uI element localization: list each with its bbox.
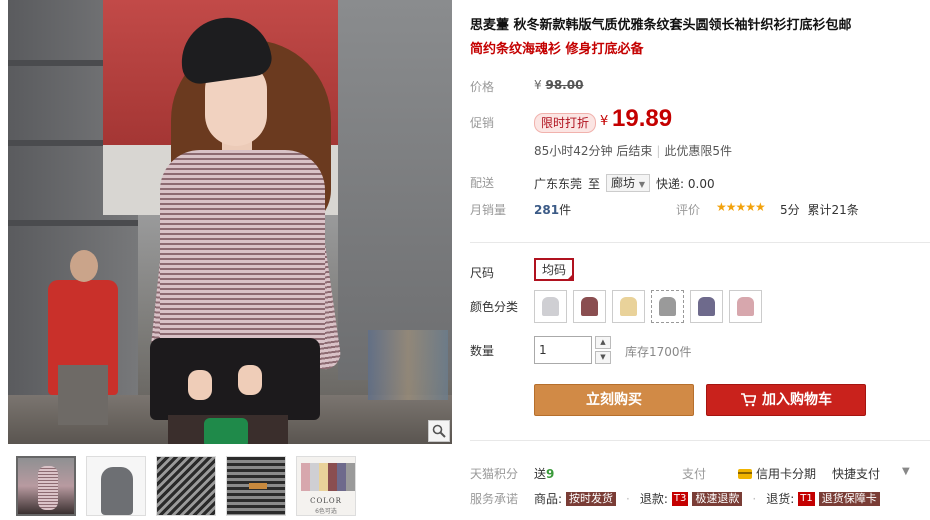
color-swatch-shirt bbox=[542, 297, 559, 316]
review-count: 累计21条 bbox=[807, 203, 859, 217]
service-label: 服务承诺 bbox=[470, 492, 519, 506]
color-swatch-shirt bbox=[581, 297, 598, 316]
destination-select[interactable]: 廊坊 ▼ bbox=[606, 174, 651, 192]
credit-installment[interactable]: 信用卡分期 bbox=[738, 465, 816, 482]
rating-stars-icon: ★★★★★ bbox=[716, 200, 766, 214]
chevron-down-icon[interactable]: ▼ bbox=[902, 466, 910, 477]
thumbnail-5[interactable]: COLOR 6色可选 bbox=[296, 456, 356, 516]
photo-background-pedestrians bbox=[368, 330, 448, 400]
add-to-cart-button[interactable]: 加入购物车 bbox=[706, 384, 866, 416]
color-option[interactable] bbox=[573, 290, 606, 323]
monthly-sales-label: 月销量 bbox=[470, 203, 507, 217]
promo-price: 19.89 bbox=[612, 105, 673, 132]
photo-background-building-right bbox=[338, 0, 452, 380]
destination-value: 廊坊 bbox=[611, 176, 636, 190]
promo-tag: 限时打折 bbox=[534, 113, 597, 133]
color-option[interactable] bbox=[534, 290, 567, 323]
promo-countdown: 85小时42分钟 后结束 | 此优惠限5件 bbox=[534, 144, 733, 158]
shipping-label: 配送 bbox=[470, 176, 495, 190]
review-label: 评价 bbox=[676, 203, 701, 217]
color-swatch-shirt bbox=[620, 297, 637, 316]
size-option-selected[interactable]: 均码 bbox=[534, 258, 575, 281]
thumbnail-3[interactable] bbox=[156, 456, 216, 516]
add-to-cart-label: 加入购物车 bbox=[762, 392, 832, 408]
promo-label: 促销 bbox=[470, 116, 495, 130]
color-option[interactable] bbox=[729, 290, 762, 323]
service-promises: 商品: 按时发货 · 退款: T3 极速退款 · 退货: T1 退货保障卡 bbox=[534, 490, 880, 507]
express-fee: 快递: 0.00 bbox=[656, 176, 715, 191]
thumbnail-color-stripe bbox=[337, 463, 346, 491]
color-label: 颜色分类 bbox=[470, 300, 519, 314]
color-option[interactable] bbox=[651, 290, 684, 323]
currency-symbol: ¥ bbox=[534, 78, 542, 92]
review-score: 5分 bbox=[780, 203, 800, 217]
color-option[interactable] bbox=[612, 290, 645, 323]
quantity-input[interactable] bbox=[534, 336, 592, 364]
color-option[interactable] bbox=[690, 290, 723, 323]
cart-icon bbox=[741, 393, 756, 407]
shipping-from: 广东东莞 bbox=[534, 176, 583, 191]
color-options bbox=[534, 290, 762, 323]
monthly-sales: 281件 bbox=[534, 201, 571, 218]
thumbnail-color-sublabel: 6色可选 bbox=[315, 508, 337, 515]
service-tag[interactable]: 按时发货 bbox=[566, 491, 617, 506]
thumbnail-color-stripe bbox=[346, 463, 355, 491]
model-green-bag bbox=[204, 418, 248, 444]
model-striped-sweater bbox=[160, 150, 325, 350]
monthly-sales-count: 281 bbox=[534, 203, 560, 217]
stock-count: 库存1700件 bbox=[625, 345, 692, 359]
thumbnail-color-stripe bbox=[310, 463, 319, 491]
payment-label: 支付 bbox=[682, 467, 707, 481]
shipping-row: 广东东莞 至 廊坊 ▼ 快递: 0.00 bbox=[534, 174, 715, 192]
original-price: ¥ 98.00 bbox=[534, 78, 583, 92]
promo-limit: 此优惠限5件 bbox=[664, 144, 733, 158]
model-shorts bbox=[150, 338, 320, 420]
quantity-decrease-button[interactable]: ▼ bbox=[595, 351, 611, 364]
review-summary[interactable]: 5分 累计21条 bbox=[780, 201, 859, 218]
quantity-increase-button[interactable]: ▲ bbox=[595, 336, 611, 349]
buy-now-button[interactable]: 立刻购买 bbox=[534, 384, 694, 416]
color-swatch-shirt bbox=[698, 297, 715, 316]
service-badge: T1 bbox=[798, 491, 815, 506]
product-subtitle: 简约条纹海魂衫 修身打底必备 bbox=[470, 42, 644, 57]
divider bbox=[470, 440, 930, 441]
thumbnail-4[interactable] bbox=[226, 456, 286, 516]
zoom-icon[interactable] bbox=[428, 420, 450, 442]
price-label: 价格 bbox=[470, 80, 495, 94]
thumbnail-color-stripe bbox=[328, 463, 337, 491]
points-value: 送9 bbox=[534, 467, 555, 481]
thumbnail-1[interactable] bbox=[16, 456, 76, 516]
original-price-value: 98.00 bbox=[545, 78, 584, 92]
shipping-to: 至 bbox=[588, 176, 601, 191]
thumbnail-color-label: COLOR bbox=[310, 497, 342, 505]
quick-pay[interactable]: 快捷支付 bbox=[832, 465, 880, 482]
service-tag[interactable]: 退货保障卡 bbox=[818, 491, 880, 506]
countdown-text: 85小时42分钟 后结束 bbox=[534, 144, 653, 158]
thumbnail-color-stripe bbox=[301, 463, 310, 491]
credit-card-icon bbox=[738, 468, 752, 479]
service-badge: T3 bbox=[671, 491, 689, 506]
product-title: 思麦薹 秋冬新款韩版气质优雅条纹套头圆领长袖针织衫打底衫包邮 bbox=[470, 18, 852, 33]
color-swatch-shirt bbox=[737, 297, 754, 316]
points-label: 天猫积分 bbox=[470, 467, 519, 481]
thumbnail-strip: COLOR 6色可选 bbox=[16, 456, 356, 516]
service-tag[interactable]: 极速退款 bbox=[692, 491, 743, 506]
size-label: 尺码 bbox=[470, 266, 495, 280]
chevron-down-icon: ▼ bbox=[638, 180, 646, 189]
points-number: 9 bbox=[546, 467, 555, 481]
thumbnail-2[interactable] bbox=[86, 456, 146, 516]
divider bbox=[470, 242, 930, 243]
promo-currency: ¥ bbox=[600, 114, 609, 129]
monthly-sales-unit: 件 bbox=[559, 203, 572, 217]
quantity-label: 数量 bbox=[470, 344, 495, 358]
color-swatch-shirt bbox=[659, 297, 676, 316]
product-main-photo[interactable] bbox=[8, 0, 452, 444]
thumbnail-color-stripe bbox=[319, 463, 328, 491]
